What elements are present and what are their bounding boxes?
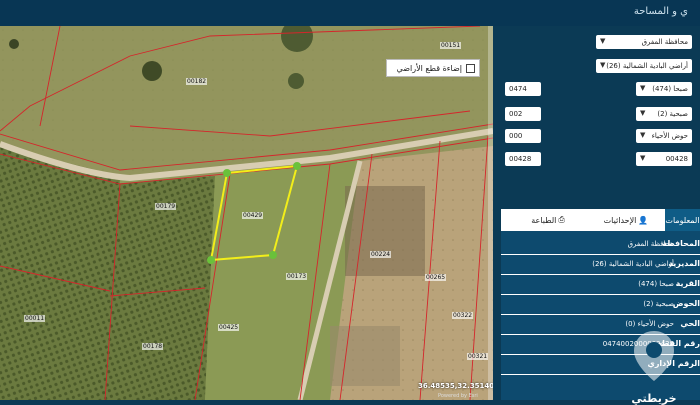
- chevron-down-icon: ▼: [640, 154, 646, 162]
- directorate-select[interactable]: ▼ أراضي البادية الشمالية (26): [596, 59, 692, 73]
- governorate-select[interactable]: ▼ محافظة المفرق: [596, 35, 692, 49]
- user-icon: 👤: [638, 215, 649, 225]
- plot-label: 00322: [452, 312, 474, 319]
- side-panel: ▼ محافظة المفرق ▼ أراضي البادية الشمالية…: [493, 26, 700, 405]
- chevron-down-icon: ▼: [640, 84, 646, 92]
- plot-label: 00178: [142, 343, 164, 350]
- chevron-down-icon: ▼: [640, 109, 646, 117]
- print-icon: ⎙: [558, 215, 565, 224]
- plot-label: 00265: [425, 274, 447, 281]
- parcel-highlight-toggle[interactable]: إضاءة قطع الأراضي: [386, 59, 480, 77]
- basin-code-input[interactable]: 002: [505, 107, 541, 121]
- plot-label: 00179: [155, 203, 177, 210]
- neighborhood-select[interactable]: ▼ حوض الأحياء: [636, 129, 692, 143]
- info-row-directorate: أراضي البادية الشمالية (26) المديرية: [501, 255, 700, 275]
- tab-info[interactable]: المعلومات: [665, 209, 700, 231]
- coordinates-readout: 36.48535,32.35140: [418, 382, 493, 390]
- info-row-village: صبحا (474) القرية: [501, 275, 700, 295]
- plot-label: 00321: [467, 353, 489, 360]
- parcel-code-input[interactable]: 00428: [505, 152, 541, 166]
- map-attribution: Powered by Esri: [438, 393, 478, 399]
- chevron-down-icon: ▼: [640, 131, 646, 139]
- info-list: محافظة المفرق المحافظة أراضي البادية الش…: [501, 231, 700, 405]
- chevron-down-icon: ▼: [600, 37, 606, 45]
- watermark-text: خريطتي: [631, 392, 677, 405]
- plot-label: 00151: [440, 42, 462, 49]
- plot-label: 00224: [370, 251, 392, 258]
- top-header: ي و المساحة: [0, 0, 700, 26]
- location-pin-icon: [634, 331, 674, 381]
- plot-label: 00182: [186, 78, 208, 85]
- plot-label: 00011: [24, 315, 46, 322]
- checkbox[interactable]: [466, 63, 475, 73]
- chevron-down-icon: ▼: [600, 61, 606, 69]
- info-row-basin: صبحية (2) الحوض: [501, 295, 700, 315]
- parcel-select[interactable]: ▼ 00428: [636, 152, 692, 166]
- tab-coordinates[interactable]: 👤 الإحداثيات: [593, 209, 659, 231]
- plot-label: 00425: [218, 324, 240, 331]
- plot-label: 00429: [242, 212, 264, 219]
- info-tabs: المعلومات 👤 الإحداثيات ⎙ الطباعة: [501, 209, 700, 231]
- tab-print[interactable]: ⎙ الطباعة: [515, 209, 581, 231]
- khareetati-watermark: خريطتي: [619, 327, 689, 405]
- neighborhood-code-input[interactable]: 000: [505, 129, 541, 143]
- info-row-governorate: محافظة المفرق المحافظة: [501, 235, 700, 255]
- village-select[interactable]: ▼ صبحا (474): [636, 82, 692, 96]
- header-title: ي و المساحة: [633, 6, 688, 17]
- basin-select[interactable]: ▼ صبحية (2): [636, 107, 692, 121]
- village-code-input[interactable]: 0474: [505, 82, 541, 96]
- map-view[interactable]: 00151 00182 00429 00179 00173 00224 0001…: [0, 26, 493, 400]
- parcel-highlight-label: إضاءة قطع الأراضي: [396, 63, 462, 73]
- plot-label: 00173: [286, 273, 308, 280]
